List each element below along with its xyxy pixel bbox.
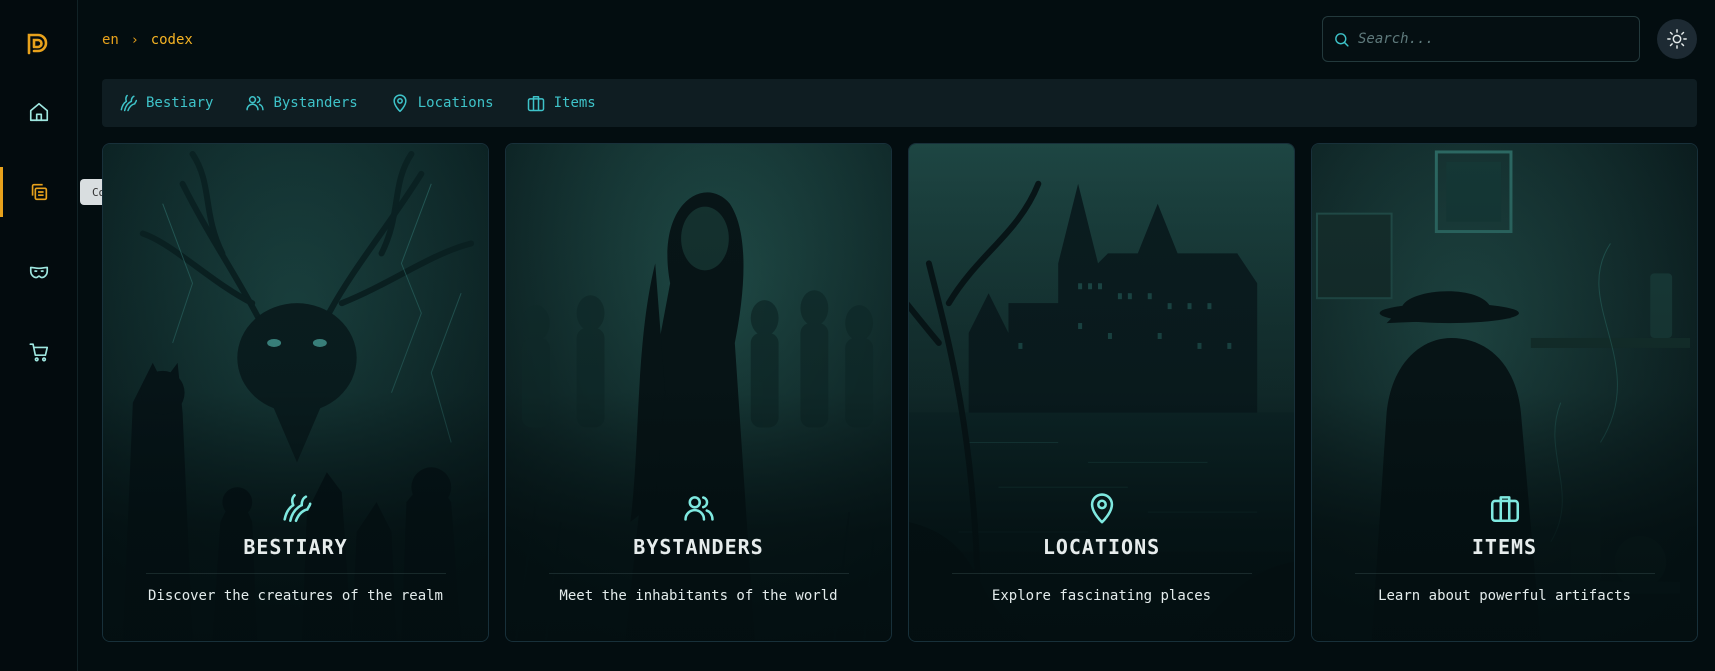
logo-icon[interactable] bbox=[24, 29, 52, 57]
briefcase-icon bbox=[1490, 496, 1519, 523]
category-tabbar: Bestiary Bystanders Locations Items bbox=[102, 79, 1697, 127]
card-divider bbox=[548, 573, 849, 574]
card-description: Discover the creatures of the realm bbox=[147, 588, 443, 604]
card-bystanders[interactable]: BYSTANDERS Meet the inhabitants of the w… bbox=[505, 143, 892, 642]
card-divider bbox=[951, 573, 1252, 574]
theme-toggle-button[interactable] bbox=[1657, 19, 1697, 59]
home-icon bbox=[29, 102, 48, 122]
card-divider bbox=[145, 573, 446, 574]
card-description: Meet the inhabitants of the world bbox=[559, 588, 838, 604]
map-pin-icon bbox=[1090, 493, 1113, 524]
card-content: ITEMS Learn about powerful artifacts bbox=[1312, 491, 1697, 641]
card-locations[interactable]: LOCATIONS Explore fascinating places bbox=[908, 143, 1295, 642]
card-divider bbox=[1354, 573, 1655, 574]
sidebar-item-masks[interactable] bbox=[0, 247, 77, 297]
search-box bbox=[1322, 16, 1640, 62]
sidebar-item-codex[interactable] bbox=[0, 167, 77, 217]
search-input[interactable] bbox=[1358, 31, 1628, 47]
tab-bystanders[interactable]: Bystanders bbox=[245, 93, 358, 113]
claw-icon bbox=[120, 94, 138, 112]
sidebar: Codex bbox=[0, 0, 137, 671]
card-title: BYSTANDERS bbox=[633, 535, 764, 559]
tab-label: Bystanders bbox=[273, 95, 358, 111]
breadcrumb-current: codex bbox=[150, 32, 193, 48]
mask-icon bbox=[29, 266, 48, 279]
card-items[interactable]: ITEMS Learn about powerful artifacts bbox=[1311, 143, 1698, 642]
cart-icon bbox=[28, 343, 48, 362]
tab-label: Items bbox=[553, 95, 596, 111]
users-icon bbox=[683, 496, 714, 521]
sidebar-item-home[interactable] bbox=[0, 87, 77, 137]
card-content: LOCATIONS Explore fascinating places bbox=[909, 491, 1294, 641]
app-root: Codex en › codex Bestiary bbox=[0, 0, 1715, 671]
breadcrumb: en › codex bbox=[102, 30, 193, 50]
sun-icon bbox=[1667, 29, 1687, 49]
map-pin-icon bbox=[393, 94, 407, 113]
sidebar-item-shop[interactable] bbox=[0, 327, 77, 377]
tab-locations[interactable]: Locations bbox=[390, 93, 494, 113]
breadcrumb-separator: › bbox=[130, 32, 139, 48]
card-description: Explore fascinating places bbox=[991, 588, 1212, 604]
users-icon bbox=[246, 96, 265, 111]
codex-icon bbox=[31, 183, 47, 201]
card-title: BESTIARY bbox=[243, 535, 348, 559]
card-bestiary[interactable]: BESTIARY Discover the creatures of the r… bbox=[102, 143, 489, 642]
claw-icon bbox=[282, 493, 311, 523]
card-description: Learn about powerful artifacts bbox=[1378, 588, 1631, 604]
card-title: LOCATIONS bbox=[1042, 535, 1161, 559]
card-title: ITEMS bbox=[1471, 535, 1538, 559]
tab-label: Bestiary bbox=[146, 95, 214, 111]
card-content: BYSTANDERS Meet the inhabitants of the w… bbox=[506, 491, 891, 641]
tab-bestiary[interactable]: Bestiary bbox=[118, 93, 213, 113]
tab-items[interactable]: Items bbox=[526, 93, 596, 113]
breadcrumb-root[interactable]: en bbox=[102, 32, 119, 48]
search-icon bbox=[1335, 32, 1349, 47]
briefcase-icon bbox=[527, 96, 544, 112]
card-content: BESTIARY Discover the creatures of the r… bbox=[103, 491, 488, 641]
tab-label: Locations bbox=[417, 95, 494, 111]
